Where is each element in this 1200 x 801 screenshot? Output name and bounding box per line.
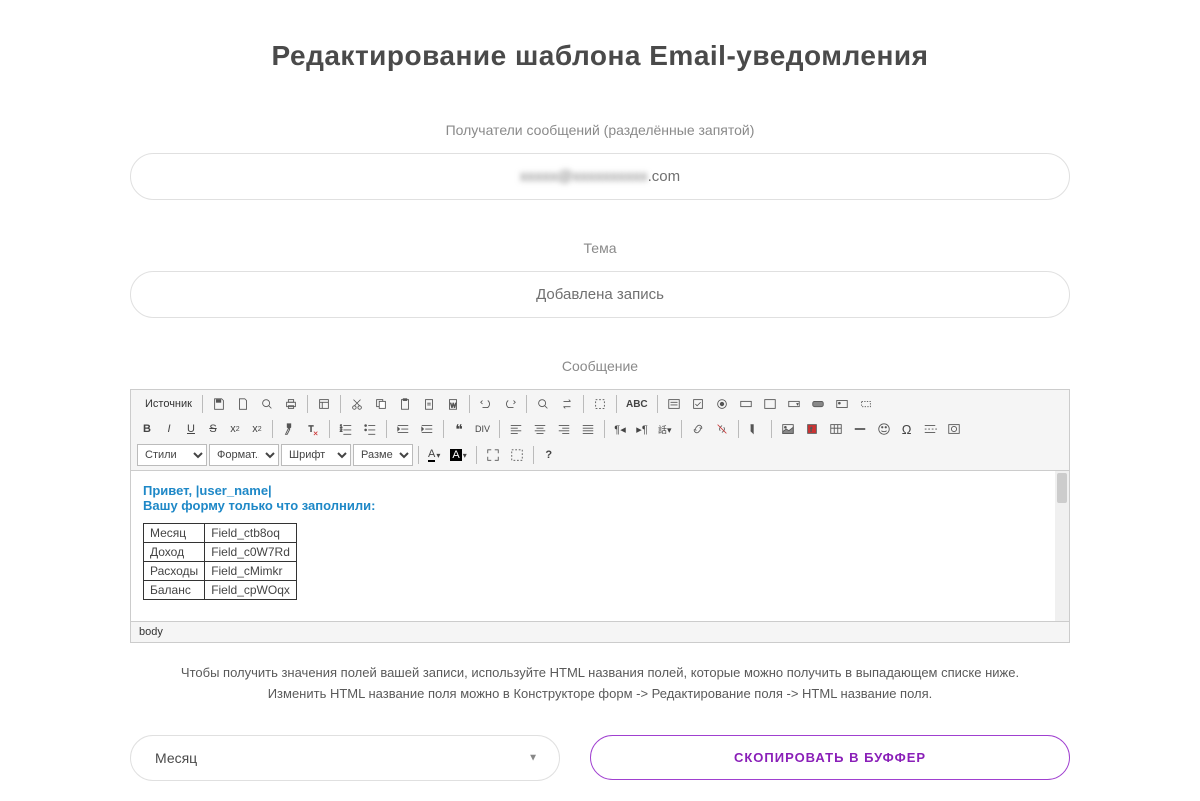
image-icon[interactable] bbox=[777, 419, 799, 439]
superscript-icon[interactable]: x2 bbox=[247, 419, 267, 439]
scrollbar[interactable] bbox=[1055, 471, 1069, 621]
replace-icon[interactable] bbox=[556, 394, 578, 414]
radio-icon[interactable] bbox=[711, 394, 733, 414]
source-button[interactable]: Источник bbox=[137, 396, 197, 412]
new-page-icon[interactable] bbox=[232, 394, 254, 414]
svg-text:T: T bbox=[309, 425, 314, 434]
svg-text:W: W bbox=[450, 403, 456, 410]
spellcheck-icon[interactable]: ABC bbox=[622, 394, 652, 414]
svg-text:2: 2 bbox=[340, 428, 343, 433]
recipients-value-suffix: .com bbox=[648, 168, 681, 185]
page-title: Редактирование шаблона Email-уведомления bbox=[130, 40, 1070, 72]
table-row: ДоходField_c0W7Rd bbox=[144, 543, 297, 562]
preview-icon[interactable] bbox=[256, 394, 278, 414]
align-left-icon[interactable] bbox=[505, 419, 527, 439]
textfield-icon[interactable] bbox=[735, 394, 757, 414]
hidden-icon[interactable] bbox=[855, 394, 877, 414]
cut-icon[interactable] bbox=[346, 394, 368, 414]
anchor-icon[interactable] bbox=[744, 419, 766, 439]
specialchar-icon[interactable]: Ω bbox=[897, 419, 917, 439]
editor-subheading: Вашу форму только что заполнили: bbox=[143, 498, 1057, 513]
recipients-value-blurred: xxxxx@xxxxxxxxxx bbox=[520, 168, 648, 185]
editor-greeting: Привет, |user_name| bbox=[143, 483, 1057, 498]
size-select[interactable]: Размер bbox=[353, 444, 413, 466]
pagebreak-icon[interactable] bbox=[919, 419, 941, 439]
undo-icon[interactable] bbox=[475, 394, 497, 414]
editor-status-bar: body bbox=[131, 621, 1069, 642]
link-icon[interactable] bbox=[687, 419, 709, 439]
help-text: Чтобы получить значения полей вашей запи… bbox=[130, 663, 1070, 705]
field-select[interactable]: Месяц bbox=[130, 735, 560, 781]
select-all-icon[interactable] bbox=[589, 394, 611, 414]
language-icon[interactable]: 話▾ bbox=[654, 419, 676, 439]
editor-fields-table: МесяцField_ctb8oq ДоходField_c0W7Rd Расх… bbox=[143, 523, 297, 600]
checkbox-icon[interactable] bbox=[687, 394, 709, 414]
editor-content-area[interactable]: Привет, |user_name| Вашу форму только чт… bbox=[131, 471, 1069, 621]
numberedlist-icon[interactable]: 12 bbox=[335, 419, 357, 439]
align-right-icon[interactable] bbox=[553, 419, 575, 439]
subscript-icon[interactable]: x2 bbox=[225, 419, 245, 439]
table-row: МесяцField_ctb8oq bbox=[144, 524, 297, 543]
ltr-icon[interactable]: ¶◂ bbox=[610, 419, 630, 439]
showblocks-icon[interactable] bbox=[506, 445, 528, 465]
smiley-icon[interactable] bbox=[873, 419, 895, 439]
outdent-icon[interactable] bbox=[392, 419, 414, 439]
font-select[interactable]: Шрифт bbox=[281, 444, 351, 466]
italic-icon[interactable]: I bbox=[159, 419, 179, 439]
find-icon[interactable] bbox=[532, 394, 554, 414]
recipients-input[interactable]: xxxxx@xxxxxxxxxx.com bbox=[130, 153, 1070, 200]
rtl-icon[interactable]: ▸¶ bbox=[632, 419, 652, 439]
styles-select[interactable]: Стили bbox=[137, 444, 207, 466]
format-select[interactable]: Формат... bbox=[209, 444, 279, 466]
form-icon[interactable] bbox=[663, 394, 685, 414]
align-justify-icon[interactable] bbox=[577, 419, 599, 439]
bgcolor-icon[interactable]: A▾ bbox=[446, 445, 470, 465]
bold-icon[interactable]: B bbox=[137, 419, 157, 439]
maximize-icon[interactable] bbox=[482, 445, 504, 465]
button-icon[interactable] bbox=[807, 394, 829, 414]
about-icon[interactable]: ? bbox=[539, 445, 559, 465]
bulletedlist-icon[interactable] bbox=[359, 419, 381, 439]
textcolor-icon[interactable]: A▾ bbox=[424, 445, 444, 465]
div-icon[interactable]: DIV bbox=[471, 419, 494, 439]
redo-icon[interactable] bbox=[499, 394, 521, 414]
copy-icon[interactable] bbox=[370, 394, 392, 414]
paste-icon[interactable] bbox=[394, 394, 416, 414]
rich-text-editor: Источник W bbox=[130, 389, 1070, 643]
unlink-icon[interactable] bbox=[711, 419, 733, 439]
iframe-icon[interactable] bbox=[943, 419, 965, 439]
recipients-label: Получатели сообщений (разделённые запято… bbox=[130, 122, 1070, 138]
paste-text-icon[interactable] bbox=[418, 394, 440, 414]
flash-icon[interactable]: f bbox=[801, 419, 823, 439]
hr-icon[interactable] bbox=[849, 419, 871, 439]
select-icon[interactable] bbox=[783, 394, 805, 414]
subject-label: Тема bbox=[130, 240, 1070, 256]
underline-icon[interactable]: U bbox=[181, 419, 201, 439]
align-center-icon[interactable] bbox=[529, 419, 551, 439]
table-row: РасходыField_cMimkr bbox=[144, 562, 297, 581]
removeformat-icon[interactable]: T bbox=[302, 419, 324, 439]
message-label: Сообщение bbox=[130, 358, 1070, 374]
save-icon[interactable] bbox=[208, 394, 230, 414]
blockquote-icon[interactable]: ❝ bbox=[449, 419, 469, 439]
copy-to-buffer-button[interactable]: СКОПИРОВАТЬ В БУФФЕР bbox=[590, 735, 1070, 780]
table-row: БалансField_cpWOqx bbox=[144, 581, 297, 600]
strike-icon[interactable]: S bbox=[203, 419, 223, 439]
svg-text:f: f bbox=[810, 427, 812, 434]
print-icon[interactable] bbox=[280, 394, 302, 414]
imagebutton-icon[interactable] bbox=[831, 394, 853, 414]
indent-icon[interactable] bbox=[416, 419, 438, 439]
table-icon[interactable] bbox=[825, 419, 847, 439]
subject-input[interactable] bbox=[130, 271, 1070, 318]
templates-icon[interactable] bbox=[313, 394, 335, 414]
paste-word-icon[interactable]: W bbox=[442, 394, 464, 414]
textarea-icon[interactable] bbox=[759, 394, 781, 414]
copyformat-icon[interactable] bbox=[278, 419, 300, 439]
